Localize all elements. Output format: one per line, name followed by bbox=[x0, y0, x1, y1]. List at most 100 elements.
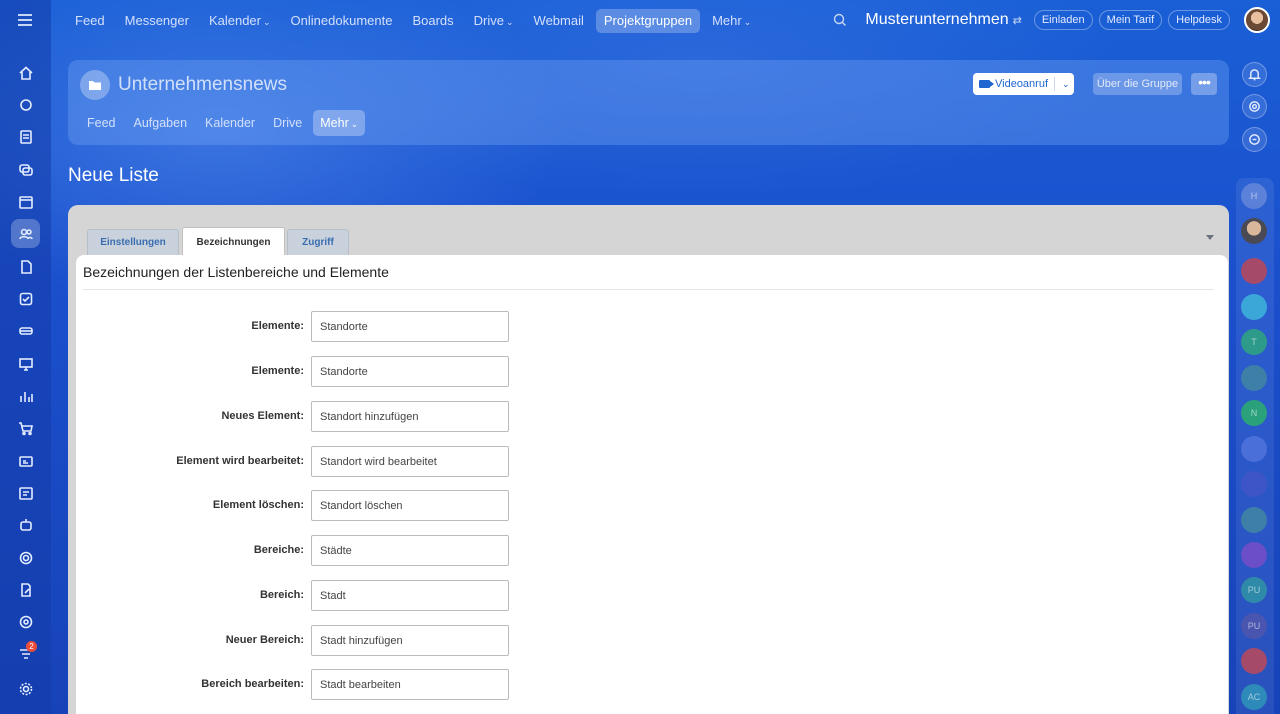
top-navigation: Feed Messenger Kalender ⌄ Onlinedokumente… bbox=[67, 9, 759, 33]
target-icon[interactable] bbox=[1242, 94, 1267, 119]
element-editing-field[interactable] bbox=[311, 446, 509, 477]
group-tab-feed[interactable]: Feed bbox=[80, 110, 123, 136]
chart-icon[interactable] bbox=[11, 381, 40, 410]
lock-chat-icon[interactable] bbox=[1241, 648, 1267, 674]
chat-icon[interactable] bbox=[11, 155, 40, 184]
settings-icon[interactable] bbox=[11, 674, 40, 703]
card-icon[interactable] bbox=[11, 446, 40, 475]
topnav-boards[interactable]: Boards bbox=[404, 9, 461, 33]
calendar-icon[interactable] bbox=[11, 187, 40, 216]
topnav-label: Projektgruppen bbox=[603, 13, 693, 28]
folder-icon bbox=[80, 70, 110, 100]
tab-bezeichnungen[interactable]: Bezeichnungen bbox=[182, 227, 285, 257]
robot-icon[interactable] bbox=[11, 510, 40, 539]
users-icon[interactable] bbox=[11, 219, 40, 248]
group-tabs: Feed Aufgaben Kalender Drive Mehr ⌄ bbox=[80, 110, 366, 136]
feed-filter-icon[interactable]: 2 bbox=[11, 639, 40, 668]
chevron-down-icon[interactable]: ⌄ bbox=[1062, 79, 1070, 90]
elements-field[interactable] bbox=[311, 356, 509, 387]
labels-form: Bezeichnungen der Listenbereiche und Ele… bbox=[76, 255, 1228, 714]
chat-avatar[interactable]: H bbox=[1241, 183, 1267, 209]
lock-chat-icon[interactable] bbox=[1241, 258, 1267, 284]
group-tab-drive[interactable]: Drive bbox=[266, 110, 309, 136]
tab-zugriff[interactable]: Zugriff bbox=[287, 229, 349, 255]
chat-avatar[interactable]: PU bbox=[1241, 577, 1267, 603]
section-field[interactable] bbox=[311, 580, 509, 611]
page-icon[interactable] bbox=[11, 252, 40, 281]
presentation-icon[interactable] bbox=[11, 349, 40, 378]
notification-badge: 2 bbox=[26, 641, 37, 652]
form-row: Element wird bearbeitet: bbox=[76, 446, 676, 477]
chat-avatar[interactable]: T bbox=[1241, 329, 1267, 355]
puzzle-icon[interactable] bbox=[11, 90, 40, 119]
topnav-label: Boards bbox=[412, 13, 454, 28]
elements-plural-field[interactable] bbox=[311, 311, 509, 342]
stack-icon[interactable] bbox=[11, 316, 40, 345]
topnav-kalender[interactable]: Kalender ⌄ bbox=[201, 9, 279, 33]
topnav-drive[interactable]: Drive ⌄ bbox=[466, 9, 522, 33]
task-chat-icon[interactable] bbox=[1241, 365, 1267, 391]
field-label: Neues Element: bbox=[221, 410, 304, 422]
company-name[interactable]: Musterunternehmen ⇄ bbox=[865, 11, 1021, 29]
group-tab-kalender[interactable]: Kalender bbox=[198, 110, 262, 136]
target-chat-icon[interactable] bbox=[1241, 542, 1267, 568]
topnav-mehr[interactable]: Mehr ⌄ bbox=[704, 9, 759, 33]
lock-chat-icon[interactable] bbox=[1241, 471, 1267, 497]
chat-avatar[interactable]: N bbox=[1241, 400, 1267, 426]
topnav-messenger[interactable]: Messenger bbox=[117, 9, 197, 33]
field-label: Elemente: bbox=[251, 320, 304, 332]
group-tab-mehr[interactable]: Mehr ⌄ bbox=[313, 110, 366, 136]
search-chat-icon[interactable] bbox=[1242, 127, 1267, 152]
form-row: Bereich: bbox=[76, 580, 676, 611]
more-options-icon[interactable]: ••• bbox=[1191, 73, 1217, 95]
chat-avatar[interactable] bbox=[1241, 218, 1267, 244]
topnav-label: Feed bbox=[75, 13, 105, 28]
target-icon[interactable] bbox=[11, 543, 40, 572]
invite-button[interactable]: Einladen bbox=[1033, 10, 1093, 30]
bell-icon[interactable] bbox=[1242, 62, 1267, 87]
delete-element-field[interactable] bbox=[311, 490, 509, 521]
chevron-down-icon: ⌄ bbox=[743, 17, 752, 27]
form-row: Bereich bearbeiten: bbox=[76, 669, 676, 700]
right-sidebar: H T N PU PU AC bbox=[1229, 0, 1280, 714]
video-call-button[interactable]: Videoanruf ⌄ bbox=[973, 73, 1074, 95]
topnav-feed[interactable]: Feed bbox=[67, 9, 113, 33]
about-group-button[interactable]: Über die Gruppe bbox=[1093, 73, 1182, 95]
cart-icon[interactable] bbox=[11, 413, 40, 442]
chat-bubble-icon[interactable] bbox=[1241, 294, 1267, 320]
new-element-field[interactable] bbox=[311, 401, 509, 432]
menu-icon[interactable] bbox=[18, 14, 32, 26]
search-icon[interactable] bbox=[833, 13, 847, 27]
top-bar: Feed Messenger Kalender ⌄ Onlinedokumente… bbox=[51, 0, 1280, 42]
tariff-button[interactable]: Mein Tarif bbox=[1098, 10, 1163, 30]
lifebuoy-icon[interactable] bbox=[11, 607, 40, 636]
topnav-webmail[interactable]: Webmail bbox=[526, 9, 592, 33]
schedule-icon[interactable] bbox=[11, 478, 40, 507]
edit-section-field[interactable] bbox=[311, 669, 509, 700]
checkbox-icon[interactable] bbox=[11, 284, 40, 313]
camera-icon bbox=[979, 80, 994, 88]
field-label: Elemente: bbox=[251, 365, 304, 377]
topnav-projektgruppen[interactable]: Projektgruppen bbox=[595, 9, 701, 33]
group-header: Unternehmensnews Feed Aufgaben Kalender … bbox=[68, 60, 1229, 145]
tab-einstellungen[interactable]: Einstellungen bbox=[87, 229, 179, 255]
form-row: Element löschen: bbox=[76, 490, 676, 521]
home-icon[interactable] bbox=[11, 58, 40, 87]
new-section-field[interactable] bbox=[311, 625, 509, 656]
form-row: Neuer Bereich: bbox=[76, 625, 676, 656]
topnav-label: Messenger bbox=[124, 13, 189, 28]
collapse-arrow-icon[interactable] bbox=[1206, 235, 1214, 240]
chat-avatar[interactable]: PU bbox=[1241, 613, 1267, 639]
task-chat-icon[interactable] bbox=[1241, 507, 1267, 533]
document-icon[interactable] bbox=[11, 122, 40, 151]
edit-doc-icon[interactable] bbox=[11, 575, 40, 604]
sections-field[interactable] bbox=[311, 535, 509, 566]
field-label: Bereich: bbox=[259, 589, 304, 601]
chat-avatar[interactable]: AC bbox=[1241, 684, 1267, 710]
divider bbox=[83, 289, 1214, 290]
group-tab-aufgaben[interactable]: Aufgaben bbox=[127, 110, 195, 136]
topnav-onlinedokumente[interactable]: Onlinedokumente bbox=[283, 9, 401, 33]
page-title: Neue Liste bbox=[68, 165, 159, 186]
group-chat-icon[interactable] bbox=[1241, 436, 1267, 462]
helpdesk-button[interactable]: Helpdesk bbox=[1168, 10, 1230, 30]
